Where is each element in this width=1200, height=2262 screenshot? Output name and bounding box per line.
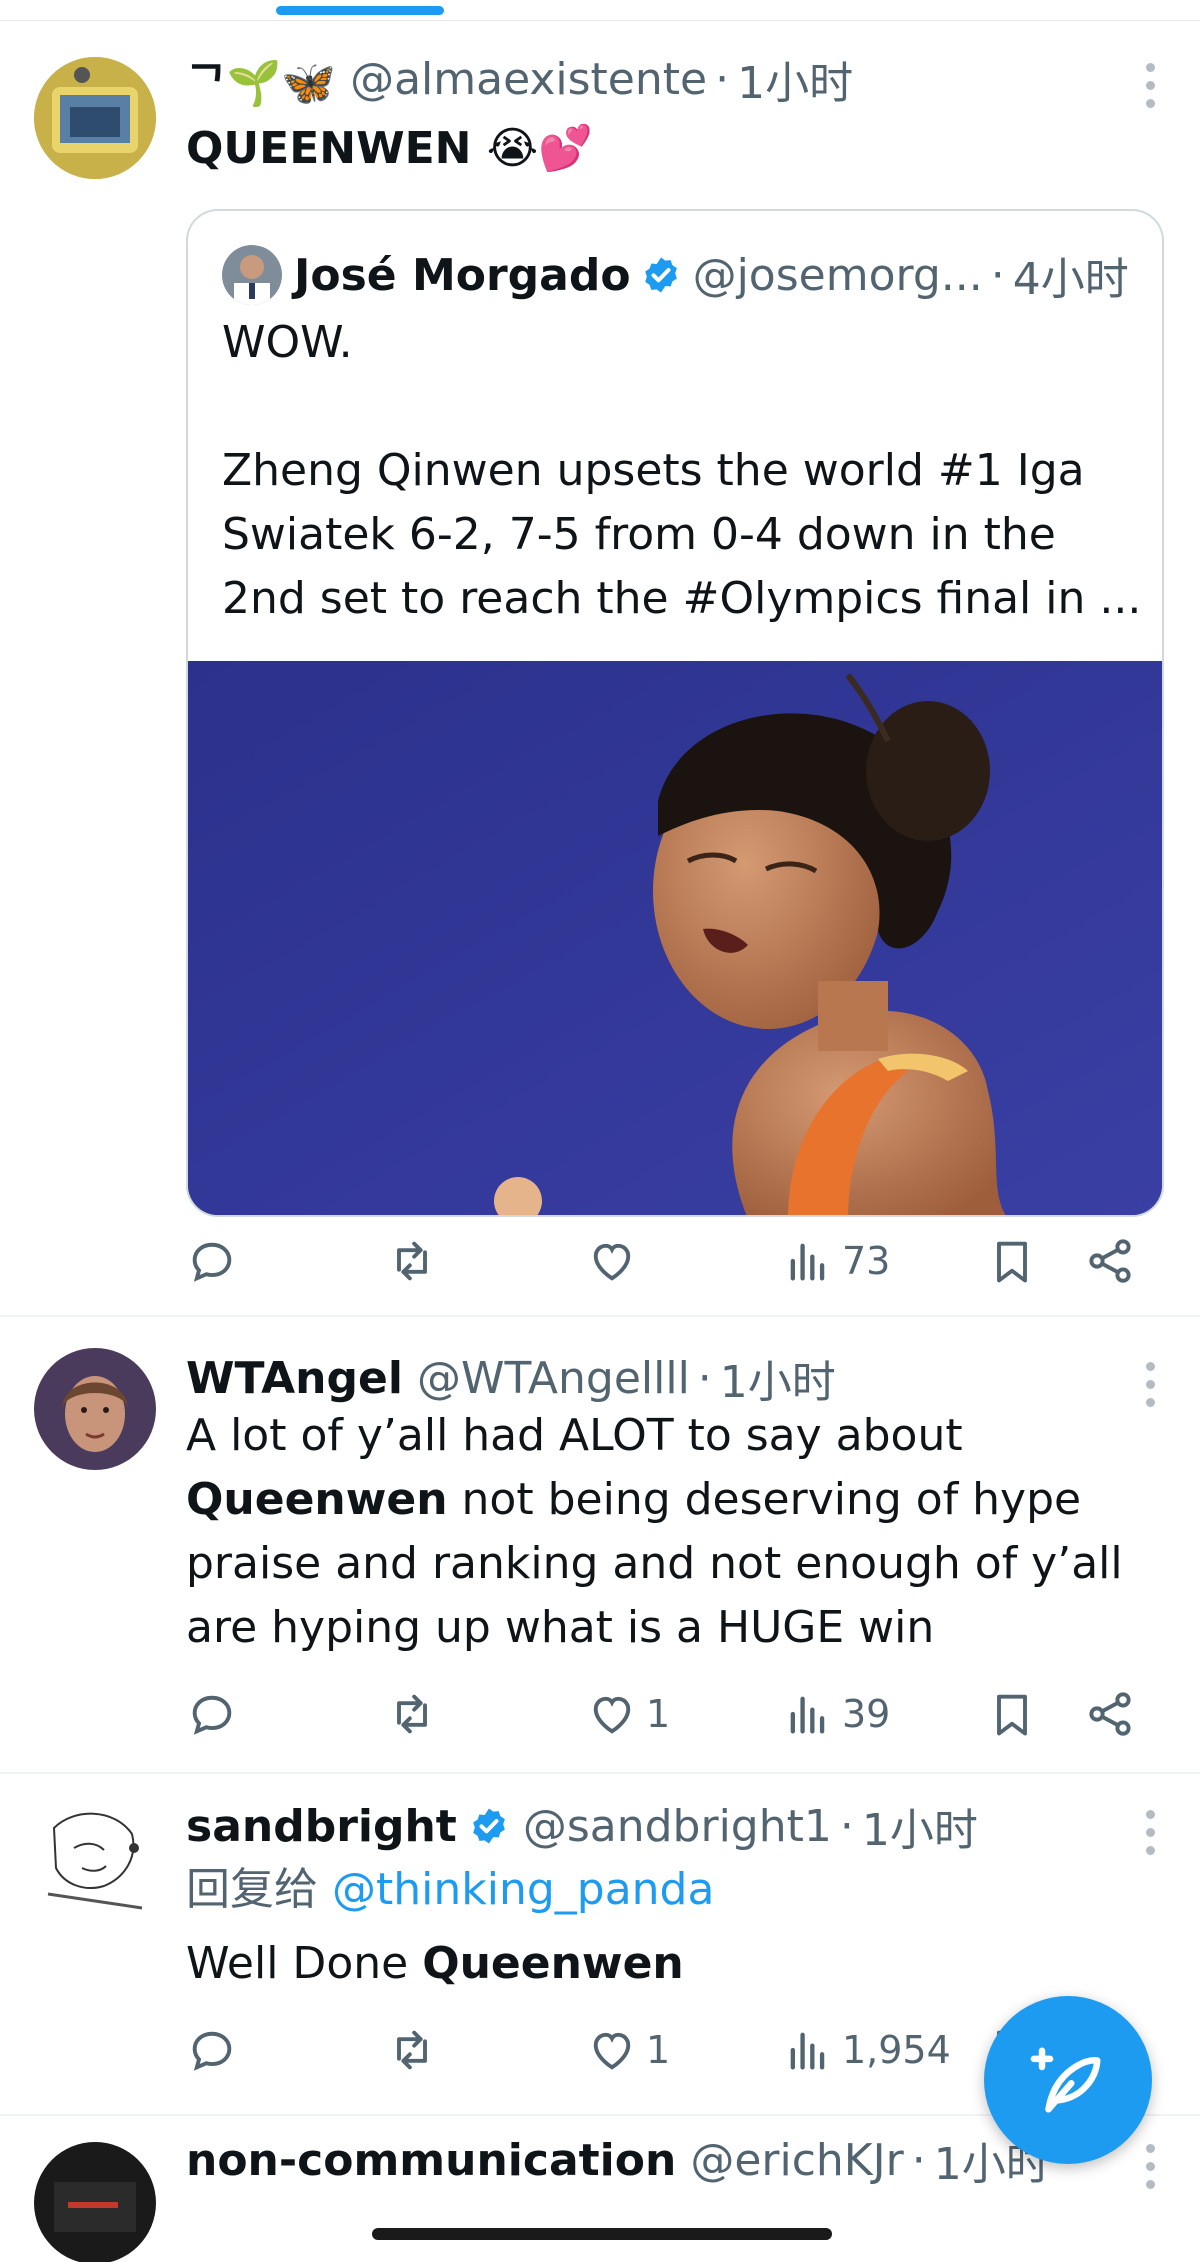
- quoted-tweet[interactable]: José Morgado @josemorg... · 4小时 WOW. Zhe…: [186, 209, 1164, 1217]
- timestamp[interactable]: 1小时: [862, 1794, 978, 1858]
- reply-icon: [192, 2031, 232, 2071]
- quote-header: José Morgado @josemorg... · 4小时: [222, 245, 1129, 305]
- more-icon[interactable]: [1144, 63, 1156, 108]
- tweet-text: QUEENWEN 😭💕: [186, 123, 593, 174]
- share-button[interactable]: [1084, 1684, 1136, 1744]
- compose-button[interactable]: [984, 1996, 1152, 2164]
- home-indicator[interactable]: [372, 2228, 832, 2240]
- reply-context: 回复给 @thinking_panda: [186, 1864, 715, 1915]
- tweet-almaexistente[interactable]: ᄀ🌱🦋 @almaexistente · 1小时 QUEENWEN 😭💕 Jos…: [0, 21, 1200, 1317]
- retweet-button[interactable]: [386, 1684, 446, 1744]
- tweet-actions: 73: [186, 1231, 1146, 1291]
- tweet-actions: 1 39: [186, 1684, 1146, 1744]
- retweet-icon: [397, 1241, 427, 1281]
- share-icon: [1089, 1692, 1131, 1736]
- more-icon[interactable]: [1144, 1362, 1156, 1407]
- views-icon: [790, 1243, 825, 1281]
- like-button[interactable]: 1: [586, 2020, 670, 2080]
- author-name[interactable]: WTAngel: [186, 1353, 403, 1404]
- reply-mention-link[interactable]: @thinking_panda: [332, 1864, 714, 1915]
- avatar[interactable]: [34, 1798, 156, 1920]
- avatar[interactable]: [34, 1348, 156, 1470]
- author-handle[interactable]: @almaexistente: [350, 54, 707, 105]
- bookmark-icon: [997, 1241, 1027, 1283]
- tweet-header: ᄀ🌱🦋 @almaexistente · 1小时: [186, 47, 853, 111]
- tweet-text: Well Done Queenwen: [186, 1938, 684, 1989]
- bookmark-icon: [997, 1694, 1027, 1736]
- quote-author-name[interactable]: José Morgado: [294, 250, 631, 301]
- active-tab-indicator: [276, 6, 444, 15]
- reply-button[interactable]: [186, 1231, 246, 1291]
- author-handle[interactable]: @erichKJr: [690, 2135, 903, 2186]
- retweet-button[interactable]: [386, 1231, 446, 1291]
- views-button[interactable]: 73: [782, 1231, 890, 1291]
- retweet-icon: [397, 1694, 427, 1734]
- more-icon[interactable]: [1144, 2144, 1156, 2189]
- compose-icon: [1030, 2047, 1101, 2113]
- tweet-header: non-communication @erichKJr · 1小时: [186, 2130, 1050, 2191]
- reply-icon: [192, 1695, 232, 1735]
- like-icon: [593, 2032, 631, 2070]
- views-button[interactable]: 39: [782, 1684, 890, 1744]
- quote-avatar[interactable]: [222, 245, 282, 305]
- timestamp[interactable]: 1小时: [720, 1346, 836, 1410]
- bookmark-button[interactable]: [986, 1684, 1038, 1744]
- more-icon[interactable]: [1144, 1810, 1156, 1855]
- retweet-icon: [397, 2030, 427, 2070]
- share-icon: [1089, 1239, 1131, 1283]
- timestamp[interactable]: 1小时: [737, 47, 853, 111]
- quote-text: WOW. Zheng Qinwen upsets the world #1 Ig…: [222, 317, 1142, 624]
- author-name[interactable]: sandbright: [186, 1801, 457, 1852]
- avatar[interactable]: [34, 57, 156, 179]
- views-button[interactable]: 1,954: [782, 2020, 951, 2080]
- views-icon: [790, 1696, 825, 1734]
- bookmark-button[interactable]: [986, 1231, 1038, 1291]
- like-button[interactable]: [586, 1231, 646, 1291]
- author-name[interactable]: non-communication: [186, 2135, 676, 2186]
- tennis-player-photo[interactable]: [188, 661, 1162, 1215]
- verified-badge-icon: [641, 255, 681, 295]
- tweet-header: sandbright @sandbright1 · 1小时: [186, 1794, 978, 1858]
- author-name[interactable]: ᄀ🌱🦋: [186, 47, 336, 111]
- quote-timestamp[interactable]: 4小时: [1013, 243, 1129, 307]
- like-icon: [593, 1696, 631, 1734]
- avatar[interactable]: [34, 2142, 156, 2262]
- tweet-header: WTAngel @WTAngellll · 1小时: [186, 1346, 836, 1410]
- views-icon: [790, 2032, 825, 2070]
- retweet-button[interactable]: [386, 2020, 446, 2080]
- tweet-wtangel[interactable]: WTAngel @WTAngellll · 1小时 A lot of y’all…: [0, 1318, 1200, 1774]
- author-handle[interactable]: @sandbright1: [523, 1801, 832, 1852]
- like-icon: [593, 1243, 631, 1281]
- verified-badge-icon: [469, 1806, 509, 1846]
- author-handle[interactable]: @WTAngellll: [417, 1353, 690, 1404]
- quote-author-handle[interactable]: @josemorg...: [693, 250, 983, 301]
- reply-button[interactable]: [186, 2020, 246, 2080]
- share-button[interactable]: [1084, 1231, 1136, 1291]
- reply-button[interactable]: [186, 1684, 246, 1744]
- reply-icon: [192, 1242, 232, 1282]
- tweet-text: A lot of y’all had ALOT to say about Que…: [186, 1410, 1137, 1653]
- like-button[interactable]: 1: [586, 1684, 670, 1744]
